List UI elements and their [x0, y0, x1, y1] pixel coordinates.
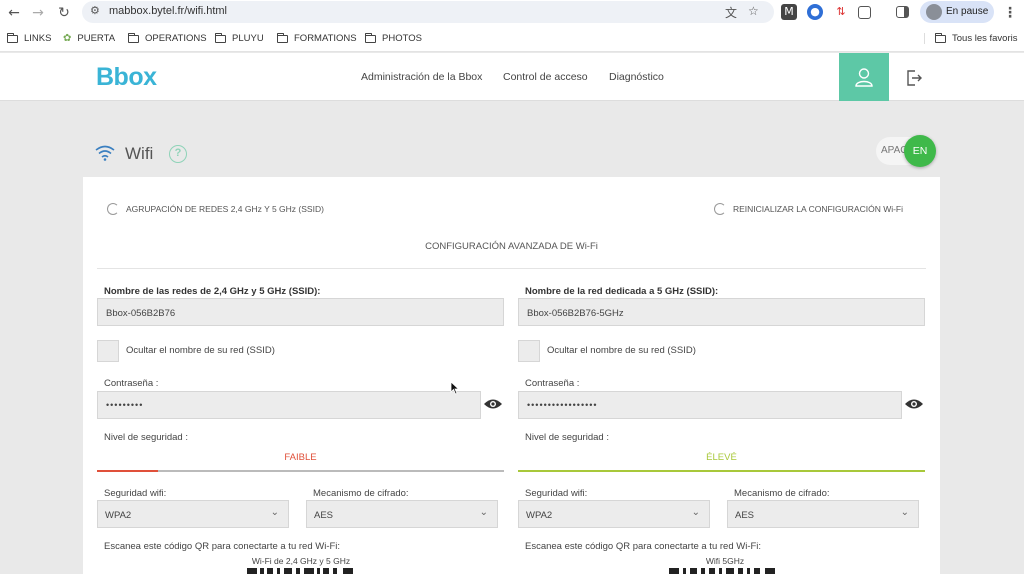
security-meter-5ghz — [518, 470, 925, 472]
folder-icon — [365, 32, 376, 43]
bookmark-pluyu[interactable]: PLUYU — [215, 32, 264, 44]
toggle-knob[interactable]: EN — [904, 135, 936, 167]
show-password-eye-icon[interactable] — [483, 398, 503, 410]
chevron-down-icon: ⌄ — [479, 507, 488, 518]
cipher-label: Mecanismo de cifrado: — [313, 488, 409, 499]
folder-icon — [215, 32, 226, 43]
browser-menu-icon[interactable]: ⋮ — [1001, 4, 1019, 22]
bookmark-formations[interactable]: FORMATIONS — [277, 32, 357, 44]
user-icon — [855, 68, 873, 87]
qr-5ghz-caption: Wifi 5GHz — [705, 556, 745, 566]
cipher-5ghz-label: Mecanismo de cifrado: — [734, 488, 830, 499]
folder-icon — [7, 32, 18, 43]
wifi-security-5ghz-value: WPA2 — [526, 510, 553, 521]
password-input[interactable]: ••••••••• — [97, 391, 481, 419]
show-password-eye-icon[interactable] — [904, 398, 924, 410]
bookmark-links[interactable]: LINKS — [7, 32, 51, 44]
chevron-down-icon: ⌄ — [900, 507, 909, 518]
password-5ghz-input[interactable]: ••••••••••••••••• — [518, 391, 902, 419]
folder-icon — [277, 32, 288, 43]
bookmark-photos[interactable]: PHOTOS — [365, 32, 422, 44]
bookmark-operations[interactable]: OPERATIONS — [128, 32, 207, 44]
chevron-down-icon: ⌄ — [270, 507, 279, 518]
password-5ghz-label: Contraseña : — [525, 378, 580, 389]
extension-arrows-icon[interactable]: ⇅ — [833, 4, 849, 20]
wifi-security-select[interactable]: WPA2 ⌄ — [97, 500, 289, 528]
wifi-icon — [95, 145, 115, 161]
page-title: Wifi — [125, 144, 154, 163]
spinner-icon — [714, 203, 726, 215]
hide-ssid-label: Ocultar el nombre de su red (SSID) — [126, 345, 275, 356]
security-meter-5ghz-fill — [518, 470, 925, 472]
wifi-settings-panel: AGRUPACIÓN DE REDES 2,4 GHz Y 5 GHz (SSI… — [83, 177, 940, 574]
translate-icon[interactable]: 文 — [725, 4, 737, 21]
security-meter-fill — [97, 470, 159, 472]
menu-administration[interactable]: Administración de la Bbox — [361, 71, 482, 83]
menu-diagnostics[interactable]: Diagnóstico — [609, 71, 664, 83]
wifi-security-5ghz-select[interactable]: WPA2 ⌄ — [518, 500, 710, 528]
qr-caption: Wi-Fi de 2,4 GHz y 5 GHz — [251, 556, 351, 566]
extensions-puzzle-icon[interactable] — [858, 6, 871, 19]
chevron-down-icon: ⌄ — [691, 507, 700, 518]
reload-icon[interactable]: ↻ — [55, 4, 73, 22]
divider — [97, 268, 926, 269]
help-icon[interactable]: ? — [169, 145, 187, 163]
wifi-security-value: WPA2 — [105, 510, 132, 521]
ssid-5ghz-input[interactable]: Bbox-056B2B76-5GHz — [518, 298, 925, 326]
all-bookmarks[interactable]: Tous les favoris — [924, 32, 1017, 44]
security-level-5ghz-value: ÉLEVÉ — [706, 452, 737, 463]
mouse-cursor-icon — [450, 381, 460, 395]
ssid-input[interactable]: Bbox-056B2B76 — [97, 298, 504, 326]
ssid-5ghz-label: Nombre de la red dedicada a 5 GHz (SSID)… — [525, 286, 719, 297]
browser-toolbar: ← → ↻ ⚙ mabbox.bytel.fr/wifi.html 文 ☆ M … — [0, 0, 1024, 26]
security-level-value: FAIBLE — [284, 452, 317, 463]
hide-ssid-checkbox[interactable] — [97, 340, 119, 362]
side-panel-icon[interactable] — [896, 6, 909, 18]
avatar — [926, 4, 942, 20]
reset-link[interactable]: REINICIALIZAR LA CONFIGURACIÓN Wi-Fi — [733, 204, 903, 214]
spinner-icon — [107, 203, 119, 215]
security-level-5ghz-label: Nivel de seguridad : — [525, 432, 609, 443]
hide-ssid-5ghz-checkbox[interactable] — [518, 340, 540, 362]
security-level-label: Nivel de seguridad : — [104, 432, 188, 443]
profile-label: En pause — [946, 6, 989, 17]
folder-icon — [128, 32, 139, 43]
url-text[interactable]: mabbox.bytel.fr/wifi.html — [109, 5, 227, 17]
site-settings-icon[interactable]: ⚙ — [90, 4, 100, 17]
cipher-5ghz-value: AES — [735, 510, 755, 521]
security-meter — [97, 470, 504, 472]
bookmarks-bar: LINKS ✿ PUERTA OPERATIONS PLUYU FORMATION… — [0, 26, 1024, 52]
password-label: Contraseña : — [104, 378, 159, 389]
bookmark-star-icon[interactable]: ☆ — [748, 4, 759, 18]
advanced-config-title[interactable]: CONFIGURACIÓN AVANZADA DE Wi-Fi — [83, 241, 940, 252]
extension-globe-icon[interactable]: ● — [807, 4, 823, 20]
wifi-security-5ghz-label: Seguridad wifi: — [525, 488, 588, 499]
grouping-link[interactable]: AGRUPACIÓN DE REDES 2,4 GHz Y 5 GHz (SSI… — [126, 204, 324, 214]
logout-icon[interactable] — [905, 69, 923, 87]
qr-code-5ghz — [669, 566, 777, 574]
account-button[interactable] — [839, 53, 889, 101]
menu-access-control[interactable]: Control de acceso — [503, 71, 588, 83]
qr-code — [247, 566, 355, 574]
wifi-toggle[interactable]: APAG EN — [876, 135, 936, 167]
extension-m-icon[interactable]: M — [781, 4, 797, 20]
wifi-security-label: Seguridad wifi: — [104, 488, 167, 499]
qr-5ghz-label: Escanea este código QR para conectarte a… — [525, 541, 762, 552]
profile-chip[interactable]: En pause — [920, 1, 994, 23]
bbox-logo[interactable]: Bbox — [96, 63, 157, 92]
bookmark-puerta[interactable]: ✿ PUERTA — [63, 33, 115, 44]
ssid-label: Nombre de las redes de 2,4 GHz y 5 GHz (… — [104, 286, 321, 297]
folder-icon — [935, 32, 946, 43]
site-header: Bbox Administración de la Bbox Control d… — [0, 53, 1024, 101]
address-bar[interactable]: ⚙ mabbox.bytel.fr/wifi.html 文 ☆ — [82, 1, 774, 23]
leaf-icon: ✿ — [63, 33, 72, 44]
cipher-5ghz-select[interactable]: AES ⌄ — [727, 500, 919, 528]
forward-icon[interactable]: → — [29, 4, 47, 22]
back-icon[interactable]: ← — [5, 4, 23, 22]
cipher-value: AES — [314, 510, 334, 521]
hide-ssid-5ghz-label: Ocultar el nombre de su red (SSID) — [547, 345, 696, 356]
cipher-select[interactable]: AES ⌄ — [306, 500, 498, 528]
qr-label: Escanea este código QR para conectarte a… — [104, 541, 341, 552]
